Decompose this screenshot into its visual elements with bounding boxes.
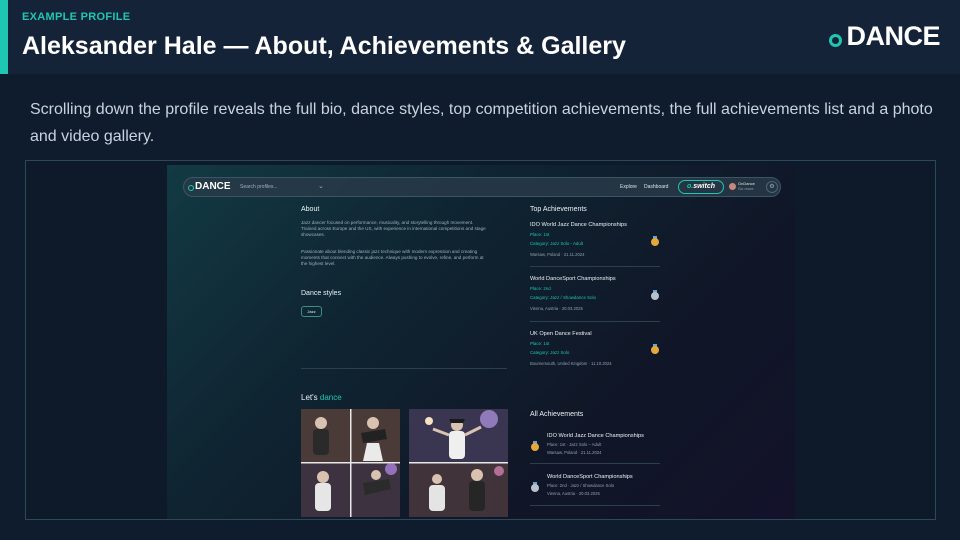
gear-icon[interactable]: ⚙ (766, 181, 778, 193)
all-achievement-item[interactable]: World DanceSport Championships Place: 2n… (547, 474, 677, 496)
section-divider (301, 368, 507, 369)
nav-explore-link[interactable]: Explore (620, 184, 637, 190)
achievement-divider (530, 463, 660, 464)
silver-medal-icon (651, 290, 659, 300)
gold-medal-icon (531, 441, 539, 451)
avatar[interactable] (729, 183, 736, 190)
achievement-title: IDO World Jazz Dance Championships (530, 222, 627, 228)
user-subtitle: Go more (738, 186, 754, 191)
brand-text: DANCE (846, 20, 940, 51)
brand-logo: DANCE (829, 20, 940, 52)
navbar: DANCE Search profiles... ⌄ Explore Dashb… (183, 177, 781, 197)
all-achievement-location: Vienna, Austria · 20.03.2025 (547, 491, 600, 496)
achievement-divider (530, 505, 660, 506)
achievement-title: World DanceSport Championships (530, 276, 616, 282)
gallery-heading-highlight: dance (319, 393, 342, 402)
gallery-heading-prefix: Let's (301, 393, 318, 402)
gold-medal-icon (651, 344, 659, 354)
all-achievement-title: IDO World Jazz Dance Championships (547, 433, 644, 439)
logo-ring-icon (188, 185, 194, 191)
gold-medal-icon (651, 236, 659, 246)
all-achievement-title: World DanceSport Championships (547, 474, 633, 480)
gallery-heading: Let's dance (301, 393, 342, 402)
accent-bar (0, 0, 8, 74)
nav-logo-text: DANCE (195, 181, 231, 192)
achievement-category: Category: Jazz Solo - Adult (530, 241, 583, 246)
about-paragraph-1: Jazz dancer focused on performance, musi… (301, 220, 486, 237)
achievement-location: Warsaw, Poland · 21.11.2024 (530, 252, 585, 257)
achievement-card[interactable]: UK Open Dance Festival Place: 1st Catego… (530, 331, 660, 366)
all-achievement-item[interactable]: IDO World Jazz Dance Championships Place… (547, 433, 677, 455)
achievement-card[interactable]: IDO World Jazz Dance Championships Place… (530, 222, 660, 257)
about-heading: About (301, 206, 320, 213)
gallery-photo-2[interactable] (409, 409, 508, 517)
achievement-title: UK Open Dance Festival (530, 331, 592, 337)
all-achievement-details: Place: 2nd · Jazz / Showdance Solo (547, 483, 615, 488)
gallery-photo-1[interactable] (301, 409, 400, 517)
achievement-category: Category: Jazz Solo (530, 350, 570, 355)
achievement-card[interactable]: World DanceSport Championships Place: 2n… (530, 276, 660, 311)
nav-logo[interactable]: DANCE (188, 181, 231, 192)
achievement-place: Place: 1st (530, 341, 550, 346)
all-achievement-details: Place: 1st · Jazz Solo – Adult (547, 442, 602, 447)
search-input[interactable]: Search profiles... (240, 184, 278, 190)
slide-title: Aleksander Hale — About, Achievements & … (22, 32, 626, 60)
all-achievements-heading: All Achievements (530, 411, 584, 418)
achievement-divider (530, 266, 660, 267)
slide-eyebrow: EXAMPLE PROFILE (22, 11, 131, 23)
user-menu[interactable]: OnDance Go more (738, 181, 755, 191)
screenshot-frame: DANCE Search profiles... ⌄ Explore Dashb… (25, 160, 936, 520)
switch-button[interactable]: o.switch (678, 180, 724, 194)
all-achievement-location: Warsaw, Poland · 21.11.2024 (547, 450, 602, 455)
dance-style-tag[interactable]: Jazz (301, 306, 322, 317)
achievement-place: Place: 2nd (530, 286, 551, 291)
achievement-location: Vienna, Austria · 20.03.2025 (530, 306, 583, 311)
achievement-place: Place: 1st (530, 232, 550, 237)
silver-medal-icon (531, 482, 539, 492)
achievement-location: Bournemouth, United Kingdom · 11.10.2024 (530, 361, 612, 366)
nav-dashboard-link[interactable]: Dashboard (644, 184, 668, 190)
slide-description: Scrolling down the profile reveals the f… (30, 101, 933, 145)
dance-styles-heading: Dance styles (301, 290, 342, 297)
about-paragraph-2: Passionate about blending classic jazz t… (301, 249, 484, 266)
top-achievements-heading: Top Achievements (530, 206, 587, 213)
profile-page: DANCE Search profiles... ⌄ Explore Dashb… (167, 165, 795, 519)
achievement-divider (530, 321, 660, 322)
slide-header: EXAMPLE PROFILE Aleksander Hale — About,… (0, 0, 960, 74)
chevron-down-icon[interactable]: ⌄ (318, 182, 324, 190)
brand-ring-icon (829, 33, 843, 47)
achievement-category: Category: Jazz / Showdance Solo (530, 295, 596, 300)
